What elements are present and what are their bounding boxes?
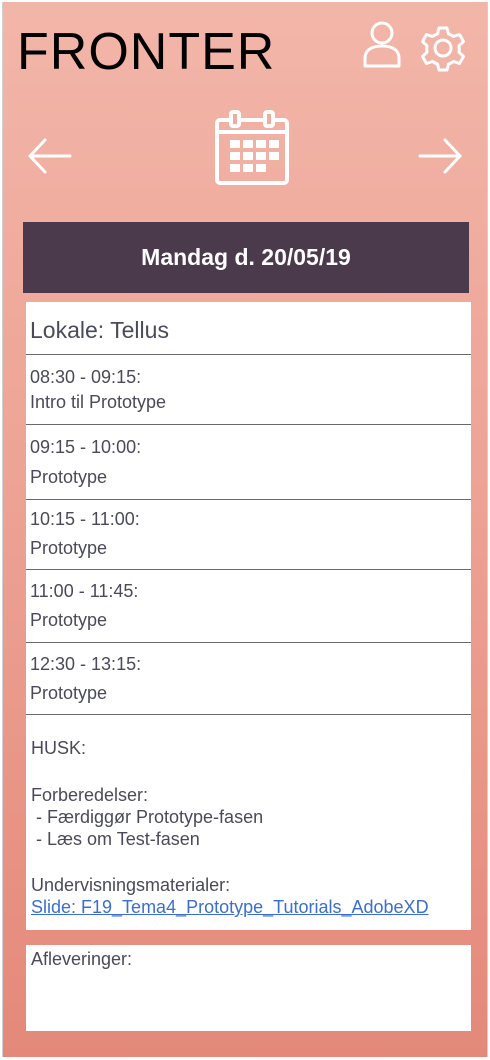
slot-time: 11:00 - 11:45:: [30, 581, 139, 601]
prep-item: - Læs om Test-fasen: [31, 829, 200, 849]
prep-item: - Færdiggør Prototype-fasen: [31, 807, 264, 827]
materials-link[interactable]: Slide: F19_Tema4_Prototype_Tutorials_Ado…: [31, 896, 471, 918]
slot-subject: Prototype: [30, 467, 108, 487]
gear-icon[interactable]: [417, 21, 469, 73]
calendar-icon[interactable]: [213, 110, 291, 186]
slot-subject: Prototype: [30, 538, 108, 558]
slot-time: 12:30 - 13:15:: [30, 654, 142, 674]
slot-subject: Intro til Prototype: [30, 392, 167, 412]
materials-heading: Undervisningsmaterialer:: [31, 875, 231, 895]
user-icon[interactable]: [361, 20, 403, 68]
prep-heading: Forberedelser:: [31, 785, 149, 805]
schedule-slot[interactable]: 12:30 - 13:15: Prototype: [26, 643, 471, 715]
slot-time: 08:30 - 09:15:: [30, 367, 142, 387]
slot-subject: Prototype: [30, 683, 108, 703]
app-title: FRONTER: [17, 23, 276, 81]
schedule-slot[interactable]: 09:15 - 10:00: Prototype: [26, 425, 471, 500]
arrow-left-icon[interactable]: [27, 136, 73, 176]
notes-section: HUSK: Forberedelser: - Færdiggør Prototy…: [26, 715, 471, 918]
slot-subject: Prototype: [30, 610, 108, 630]
slot-time: 10:15 - 11:00:: [30, 509, 140, 529]
schedule-panel: Lokale: Tellus 08:30 - 09:15: Intro til …: [26, 302, 471, 930]
slot-time: 09:15 - 10:00:: [30, 437, 142, 457]
hand-in-label: Afleveringer:: [31, 949, 133, 969]
schedule-slot[interactable]: 08:30 - 09:15: Intro til Prototype: [26, 355, 471, 425]
schedule-slot[interactable]: 11:00 - 11:45: Prototype: [26, 570, 471, 643]
room-label: Lokale: Tellus: [26, 302, 471, 355]
remember-heading: HUSK:: [31, 738, 87, 758]
date-label: Mandag d. 20/05/19: [141, 244, 351, 270]
schedule-slot[interactable]: 10:15 - 11:00: Prototype: [26, 500, 471, 570]
arrow-right-icon[interactable]: [417, 136, 463, 176]
hand-in-box[interactable]: Afleveringer:: [26, 945, 471, 1031]
app-screen: FRONTER Mandag d. 20/05/19 Lokale: Tellu…: [2, 2, 488, 1057]
date-header: Mandag d. 20/05/19: [23, 222, 469, 293]
